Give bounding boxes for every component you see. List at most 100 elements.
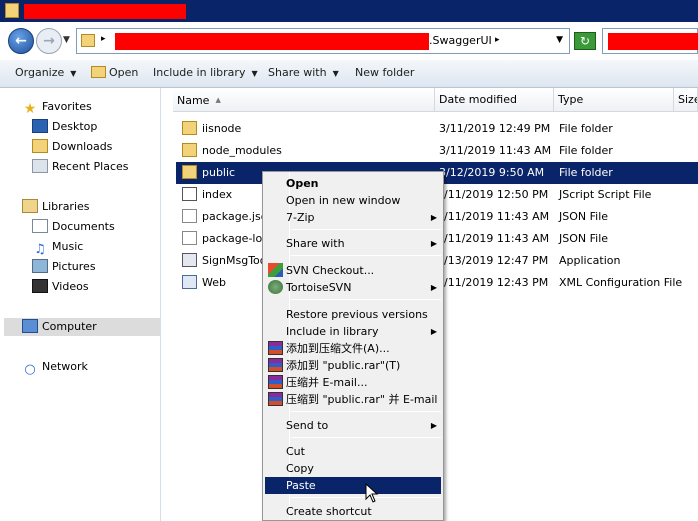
file-row[interactable]: iisnode 3/11/2019 12:49 PM File folder	[176, 118, 698, 140]
menu-item-send-to[interactable]: Send to ▶	[265, 417, 441, 434]
nav-label: Recent Places	[52, 160, 129, 173]
context-menu: Open Open in new window 7-Zip ▶ Share wit…	[262, 171, 444, 521]
share-with-label: Share with	[268, 66, 327, 79]
nav-label: Pictures	[52, 260, 96, 273]
redacted-title	[24, 4, 186, 19]
forward-button[interactable]: →	[36, 28, 62, 54]
folder-icon	[81, 34, 95, 47]
menu-item-cut[interactable]: Cut	[265, 443, 441, 460]
history-dropdown-icon[interactable]: ▼	[63, 35, 70, 45]
menu-item-label: 添加到压缩文件(A)...	[286, 342, 390, 355]
videos-icon	[32, 279, 48, 293]
chevron-right-icon[interactable]: ▸	[101, 34, 106, 44]
nav-libraries[interactable]: Libraries	[22, 198, 90, 216]
search-input[interactable]	[602, 28, 698, 54]
folder-icon	[182, 165, 197, 179]
documents-icon	[32, 219, 48, 233]
nav-pictures[interactable]: Pictures	[32, 258, 96, 276]
menu-item-rar-add-public[interactable]: 添加到 "public.rar"(T)	[265, 357, 441, 374]
menu-item-label: TortoiseSVN	[286, 281, 352, 294]
nav-label: Desktop	[52, 120, 98, 133]
downloads-icon	[32, 139, 48, 153]
menu-item-tortoisesvn[interactable]: TortoiseSVN ▶	[265, 279, 441, 296]
star-icon: ★	[23, 101, 37, 117]
file-type: File folder	[559, 122, 613, 135]
file-name: index	[202, 188, 233, 201]
menu-item-create-shortcut[interactable]: Create shortcut	[265, 503, 441, 520]
menu-item-paste[interactable]: Paste	[265, 477, 441, 494]
folder-open-icon	[91, 66, 106, 78]
address-path-segment[interactable]: .SwaggerUI	[429, 34, 492, 47]
submenu-arrow-icon: ▶	[430, 283, 437, 292]
file-type: Application	[559, 254, 621, 267]
menu-item-open-new-window[interactable]: Open in new window	[265, 192, 441, 209]
menu-item-restore-previous-versions[interactable]: Restore previous versions	[265, 306, 441, 323]
file-name: public	[202, 166, 236, 179]
nav-desktop[interactable]: Desktop	[32, 118, 97, 136]
file-date: /11/2019 12:50 PM	[444, 188, 549, 201]
nav-downloads[interactable]: Downloads	[32, 138, 112, 156]
column-header-date-modified[interactable]: Date modified	[435, 88, 554, 112]
winrar-icon	[268, 358, 283, 372]
mouse-cursor-icon	[365, 483, 379, 503]
nav-label: Downloads	[52, 140, 113, 153]
column-header-name[interactable]: Name ▲	[173, 88, 435, 112]
file-type: JSON File	[559, 210, 609, 223]
file-name: node_modules	[202, 144, 282, 157]
include-in-library-label: Include in library	[153, 66, 246, 79]
column-label: Type	[558, 93, 584, 106]
nav-videos[interactable]: Videos	[32, 278, 89, 296]
column-header-type[interactable]: Type	[554, 88, 674, 112]
menu-item-label: 压缩到 "public.rar" 并 E-mail	[286, 393, 438, 406]
open-button[interactable]: Open	[91, 66, 138, 79]
organize-label: Organize	[15, 66, 65, 79]
nav-recent-places[interactable]: Recent Places	[32, 158, 129, 176]
file-name: iisnode	[202, 122, 242, 135]
menu-item-svn-checkout[interactable]: SVN Checkout...	[265, 262, 441, 279]
xml-config-icon	[182, 275, 197, 289]
nav-favorites[interactable]: ★ Favorites	[22, 98, 92, 116]
submenu-arrow-icon: ▶	[430, 213, 437, 222]
menu-item-rar-add-archive[interactable]: 添加到压缩文件(A)...	[265, 340, 441, 357]
tortoisesvn-icon	[268, 280, 283, 294]
address-bar[interactable]: ▸ .SwaggerUI ▸ ▼	[76, 28, 570, 54]
nav-music[interactable]: ♫ Music	[32, 238, 84, 257]
menu-item-label: Send to	[286, 419, 329, 432]
redacted-path	[115, 33, 429, 50]
title-bar	[0, 0, 698, 22]
organize-button[interactable]: Organize ▼	[15, 66, 76, 79]
back-button[interactable]: ←	[8, 28, 34, 54]
refresh-button[interactable]: ↻	[574, 32, 596, 50]
desktop-icon	[32, 119, 48, 133]
chevron-right-icon[interactable]: ▸	[495, 35, 500, 45]
file-name-cell: SignMsgTool	[182, 250, 270, 272]
menu-item-label: 添加到 "public.rar"(T)	[286, 359, 401, 372]
new-folder-button[interactable]: New folder	[355, 66, 414, 79]
nav-label: Music	[52, 240, 84, 253]
share-with-button[interactable]: Share with ▼	[268, 66, 339, 79]
nav-documents[interactable]: Documents	[32, 218, 115, 236]
submenu-arrow-icon: ▶	[430, 239, 437, 248]
include-in-library-button[interactable]: Include in library ▼	[153, 66, 258, 79]
column-header-size[interactable]: Size	[674, 88, 698, 112]
menu-item-7zip[interactable]: 7-Zip ▶	[265, 209, 441, 226]
computer-icon	[22, 319, 38, 333]
file-date: 3/11/2019 11:43 AM	[439, 144, 552, 157]
nav-computer[interactable]: Computer	[4, 318, 160, 336]
menu-item-rar-compress-email[interactable]: 压缩并 E-mail...	[265, 374, 441, 391]
nav-label: Videos	[52, 280, 89, 293]
menu-separator	[291, 229, 441, 230]
file-type: JScript Script File	[559, 188, 652, 201]
menu-item-copy[interactable]: Copy	[265, 460, 441, 477]
open-label: Open	[109, 66, 139, 79]
nav-network[interactable]: ○ Network	[22, 358, 88, 377]
address-dropdown-icon[interactable]: ▼	[556, 35, 563, 45]
file-row[interactable]: node_modules 3/11/2019 11:43 AM File fol…	[176, 140, 698, 162]
menu-item-share-with[interactable]: Share with ▶	[265, 235, 441, 252]
file-name-cell: iisnode	[182, 118, 241, 140]
svn-checkout-icon	[268, 263, 283, 277]
redacted-search	[608, 33, 698, 50]
menu-item-rar-compress-public-email[interactable]: 压缩到 "public.rar" 并 E-mail	[265, 391, 441, 408]
menu-item-include-in-library[interactable]: Include in library ▶	[265, 323, 441, 340]
menu-item-open[interactable]: Open	[265, 175, 441, 192]
